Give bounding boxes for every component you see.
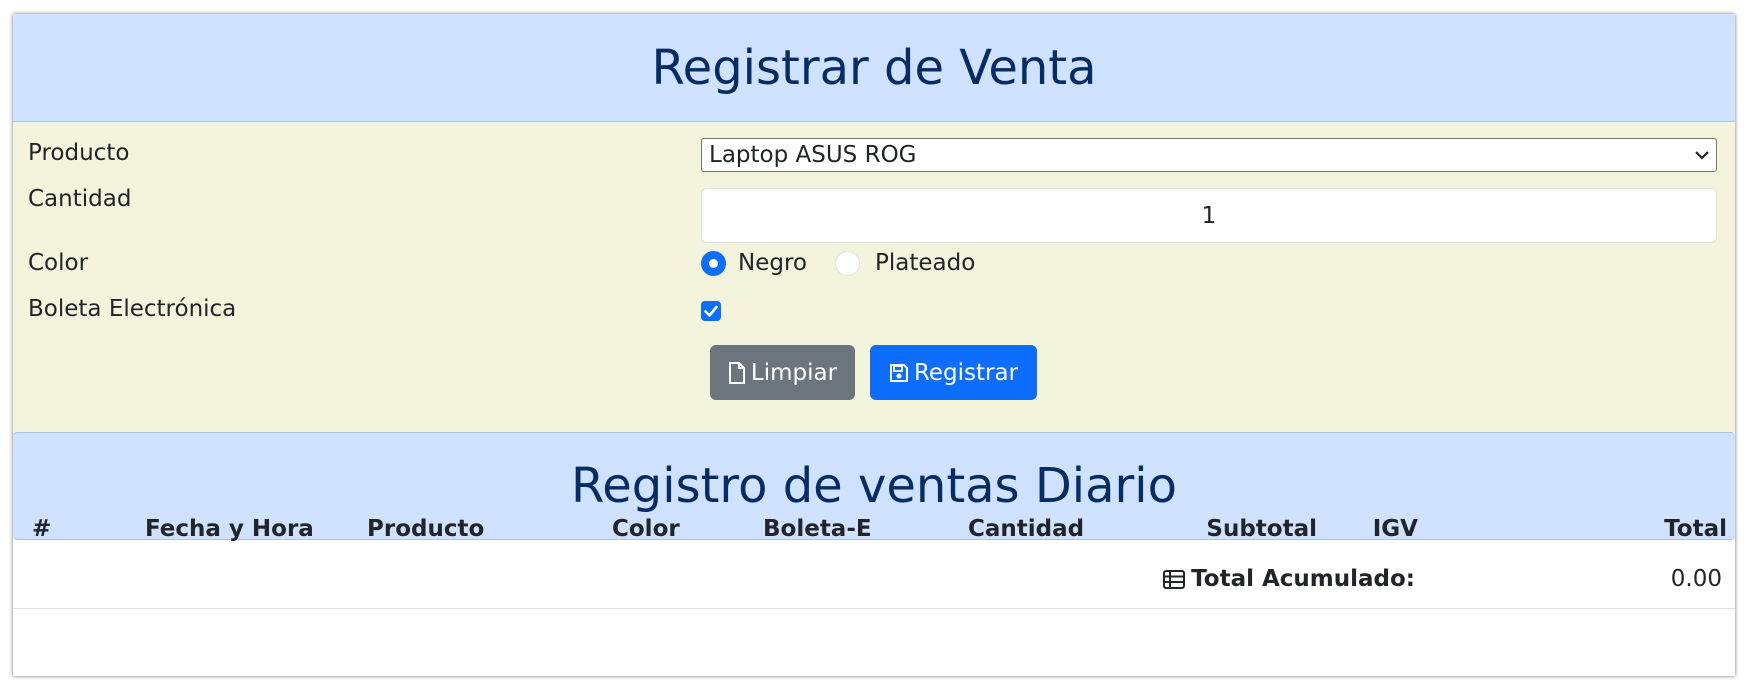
sale-form: Producto Laptop ASUS ROG Cantidad 1 Colo… [13, 122, 1735, 432]
table-icon [1163, 569, 1186, 589]
quantity-input[interactable]: 1 [701, 188, 1717, 243]
total-accumulated-label: Total Acumulado: [1163, 566, 1415, 592]
column-header-product: Producto [367, 516, 485, 542]
clear-button[interactable]: Limpiar [710, 345, 855, 400]
clear-button-label: Limpiar [750, 359, 838, 386]
column-header-color: Color [612, 516, 680, 542]
column-header-quantity: Cantidad [968, 516, 1085, 542]
form-title: Registrar de Venta [651, 39, 1097, 96]
quantity-value: 1 [1201, 202, 1217, 229]
table-title: Registro de ventas Diario [571, 458, 1177, 514]
receipt-checkbox[interactable] [701, 301, 721, 321]
color-radio-negro[interactable] [701, 251, 726, 276]
register-button-label: Registrar [913, 359, 1019, 386]
chevron-down-icon [1695, 151, 1709, 160]
sales-card: Registrar de Venta Producto Laptop ASUS … [13, 14, 1735, 676]
total-accumulated-value: 0.00 [1670, 566, 1722, 592]
column-header-igv: IGV [1372, 516, 1418, 542]
receipt-label: Boleta Electrónica [28, 296, 237, 322]
product-select-value: Laptop ASUS ROG [709, 142, 917, 168]
total-accumulated-text: Total Acumulado: [1191, 566, 1415, 592]
product-label: Producto [28, 140, 130, 166]
quantity-label: Cantidad [28, 186, 132, 212]
table-divider [13, 608, 1735, 609]
color-option-plateado-label: Plateado [875, 250, 976, 276]
column-header-total: Total [1664, 516, 1727, 542]
column-header-number: # [32, 516, 52, 542]
register-button[interactable]: Registrar [870, 345, 1037, 400]
color-label: Color [28, 250, 89, 276]
product-select[interactable]: Laptop ASUS ROG [701, 138, 1717, 172]
color-option-negro-label: Negro [738, 250, 807, 276]
column-header-subtotal: Subtotal [1206, 516, 1317, 542]
checkmark-icon [704, 305, 718, 317]
save-icon [889, 363, 908, 382]
form-header: Registrar de Venta [13, 14, 1735, 122]
color-radio-plateado[interactable] [835, 251, 860, 276]
column-header-datetime: Fecha y Hora [145, 516, 314, 542]
file-icon [728, 361, 745, 384]
column-header-receipt: Boleta-E [763, 516, 872, 542]
